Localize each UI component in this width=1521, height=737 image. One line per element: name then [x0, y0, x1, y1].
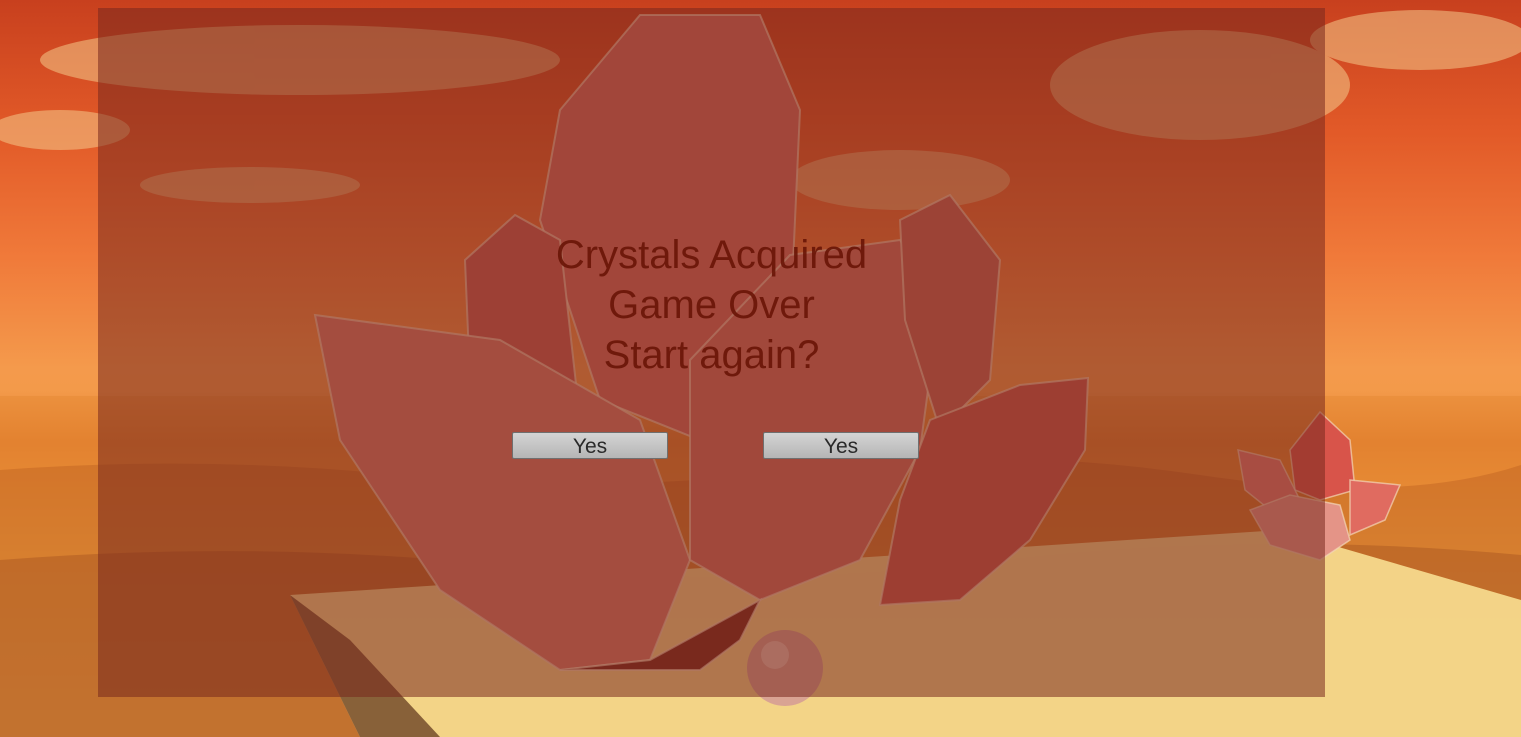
yes-button-right[interactable]: Yes — [763, 432, 919, 459]
crystals-acquired-text: Crystals Acquired — [555, 233, 868, 277]
game-over-text: Game Over — [608, 283, 815, 327]
yes-button-left[interactable]: Yes — [512, 432, 668, 459]
start-again-prompt: Start again? — [603, 333, 820, 377]
